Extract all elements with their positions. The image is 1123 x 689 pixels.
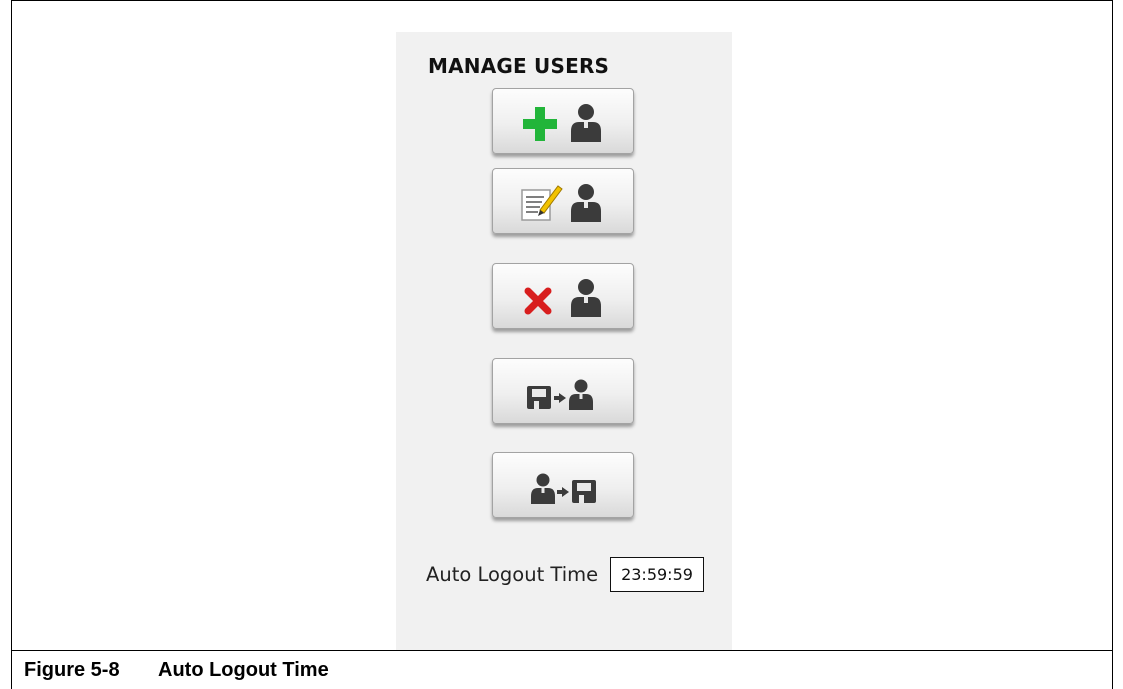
floppy-disk-icon [527, 386, 551, 409]
export-users-button[interactable] [492, 452, 634, 518]
caption-divider [11, 650, 1113, 651]
figure-number: Figure 5-8 [24, 659, 120, 681]
panel-title: MANAGE USERS [428, 54, 610, 78]
import-users-button[interactable] [492, 358, 634, 424]
red-x-icon [524, 287, 552, 315]
user-icon [569, 379, 593, 410]
plus-icon [523, 107, 557, 141]
user-icon [571, 104, 601, 142]
arrow-right-icon [557, 487, 569, 497]
delete-user-button[interactable] [492, 263, 634, 329]
auto-logout-time-field[interactable]: 23:59:59 [610, 557, 704, 592]
edit-user-button[interactable] [492, 168, 634, 234]
edit-note-icon [521, 185, 563, 221]
floppy-disk-icon [572, 480, 596, 503]
auto-logout-label: Auto Logout Time [426, 563, 599, 586]
figure-title: Auto Logout Time [158, 659, 329, 681]
user-icon [571, 184, 601, 222]
add-user-button[interactable] [492, 88, 634, 154]
arrow-right-icon [554, 393, 566, 403]
user-icon [531, 473, 555, 504]
user-icon [571, 279, 601, 317]
